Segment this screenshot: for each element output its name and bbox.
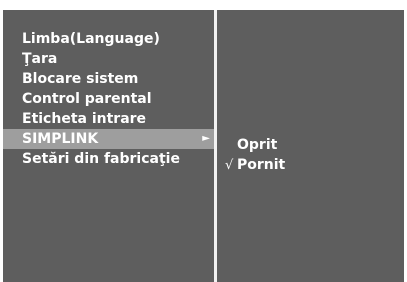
- submenu-arrow-icon: ►: [202, 133, 210, 144]
- check-mark-icon: √: [225, 158, 234, 173]
- menu-item-simplink[interactable]: SIMPLINK ►: [3, 129, 214, 149]
- menu-item-parental-control[interactable]: Control parental: [3, 89, 214, 109]
- menu-item-country[interactable]: Ţara: [3, 49, 214, 69]
- menu-item-label: Blocare sistem: [22, 71, 139, 87]
- option-label: Pornit: [237, 157, 286, 173]
- menu-item-label: Eticheta intrare: [22, 111, 147, 127]
- option-label: Oprit: [237, 137, 278, 153]
- menu-item-input-label[interactable]: Eticheta intrare: [3, 109, 214, 129]
- main-menu-panel: Limba(Language) Ţara Blocare sistem Cont…: [3, 10, 214, 282]
- menu-item-factory-reset[interactable]: Setări din fabricaţie: [3, 149, 214, 169]
- main-menu-list: Limba(Language) Ţara Blocare sistem Cont…: [3, 29, 214, 169]
- menu-item-language[interactable]: Limba(Language): [3, 29, 214, 49]
- menu-item-label: Setări din fabricaţie: [22, 151, 180, 167]
- menu-item-system-lock[interactable]: Blocare sistem: [3, 69, 214, 89]
- menu-item-label: Limba(Language): [22, 31, 160, 47]
- option-on[interactable]: √ Pornit: [217, 155, 285, 175]
- menu-item-label: Control parental: [22, 91, 152, 107]
- menu-item-label: SIMPLINK: [22, 131, 99, 147]
- submenu-panel: Oprit √ Pornit: [217, 10, 404, 282]
- osd-menu-window: Limba(Language) Ţara Blocare sistem Cont…: [3, 10, 404, 282]
- menu-item-label: Ţara: [22, 51, 58, 67]
- option-off[interactable]: Oprit: [217, 135, 285, 155]
- simplink-options: Oprit √ Pornit: [217, 135, 285, 175]
